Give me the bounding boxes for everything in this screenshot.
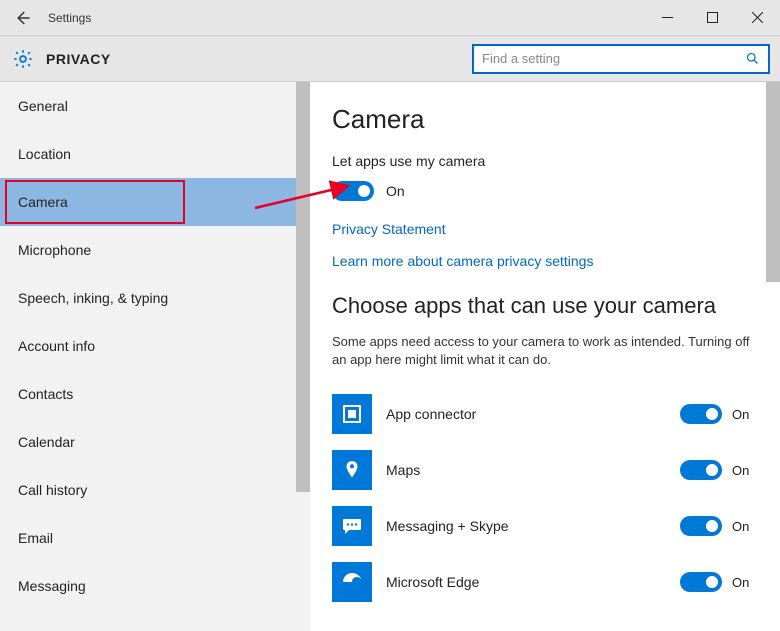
sidebar-item-label: Calendar bbox=[18, 434, 75, 450]
sidebar-item-contacts[interactable]: Contacts bbox=[0, 370, 310, 418]
sidebar-item-label: Contacts bbox=[18, 386, 73, 402]
close-icon bbox=[752, 12, 763, 23]
sidebar-item-label: Call history bbox=[18, 482, 87, 498]
sidebar-scrollbar[interactable] bbox=[296, 82, 310, 492]
sidebar-item-microphone[interactable]: Microphone bbox=[0, 226, 310, 274]
back-arrow-icon bbox=[13, 9, 31, 27]
main: General Location Camera Microphone Speec… bbox=[0, 82, 780, 631]
sidebar-item-label: Location bbox=[18, 146, 71, 162]
master-toggle[interactable] bbox=[332, 181, 374, 201]
app-row: Maps On bbox=[332, 445, 758, 495]
header: PRIVACY bbox=[0, 36, 780, 82]
master-toggle-state: On bbox=[386, 183, 405, 199]
app-row: App connector On bbox=[332, 389, 758, 439]
sidebar-item-camera[interactable]: Camera bbox=[0, 178, 310, 226]
search-input[interactable] bbox=[482, 51, 745, 66]
app-toggle[interactable] bbox=[680, 460, 722, 480]
app-name-label: App connector bbox=[386, 406, 680, 422]
app-toggle[interactable] bbox=[680, 516, 722, 536]
header-title: PRIVACY bbox=[46, 51, 111, 67]
page-title: Camera bbox=[332, 104, 758, 135]
close-button[interactable] bbox=[735, 0, 780, 36]
window-title: Settings bbox=[48, 11, 91, 25]
master-toggle-label: Let apps use my camera bbox=[332, 153, 758, 169]
app-row: Messaging + Skype On bbox=[332, 501, 758, 551]
sidebar-item-label: Messaging bbox=[18, 578, 86, 594]
app-toggle-state: On bbox=[732, 575, 758, 590]
sidebar-item-label: Camera bbox=[18, 194, 68, 210]
app-name-label: Messaging + Skype bbox=[386, 518, 680, 534]
minimize-button[interactable] bbox=[645, 0, 690, 36]
apps-section-description: Some apps need access to your camera to … bbox=[332, 333, 758, 369]
sidebar-item-label: Microphone bbox=[18, 242, 91, 258]
messaging-icon bbox=[332, 506, 372, 546]
learn-more-link[interactable]: Learn more about camera privacy settings bbox=[332, 253, 758, 269]
app-toggle-state: On bbox=[732, 407, 758, 422]
maximize-button[interactable] bbox=[690, 0, 735, 36]
apps-section-heading: Choose apps that can use your camera bbox=[332, 293, 758, 319]
sidebar-item-label: General bbox=[18, 98, 68, 114]
sidebar-item-speech[interactable]: Speech, inking, & typing bbox=[0, 274, 310, 322]
edge-icon bbox=[332, 562, 372, 602]
app-toggle-state: On bbox=[732, 519, 758, 534]
sidebar-item-account-info[interactable]: Account info bbox=[0, 322, 310, 370]
search-box[interactable] bbox=[472, 44, 770, 74]
content: Camera Let apps use my camera On Privacy… bbox=[310, 82, 780, 631]
sidebar-item-calendar[interactable]: Calendar bbox=[0, 418, 310, 466]
sidebar: General Location Camera Microphone Speec… bbox=[0, 82, 310, 631]
sidebar-item-messaging[interactable]: Messaging bbox=[0, 562, 310, 610]
content-scrollbar[interactable] bbox=[766, 82, 780, 282]
sidebar-item-label: Speech, inking, & typing bbox=[18, 290, 168, 306]
app-name-label: Maps bbox=[386, 462, 680, 478]
app-name-label: Microsoft Edge bbox=[386, 574, 680, 590]
app-toggle-state: On bbox=[732, 463, 758, 478]
privacy-statement-link[interactable]: Privacy Statement bbox=[332, 221, 758, 237]
master-toggle-row: On bbox=[332, 181, 758, 201]
titlebar: Settings bbox=[0, 0, 780, 36]
maximize-icon bbox=[707, 12, 718, 23]
app-toggle[interactable] bbox=[680, 572, 722, 592]
sidebar-item-location[interactable]: Location bbox=[0, 130, 310, 178]
app-toggle[interactable] bbox=[680, 404, 722, 424]
window-controls bbox=[645, 0, 780, 36]
sidebar-item-general[interactable]: General bbox=[0, 82, 310, 130]
sidebar-item-label: Email bbox=[18, 530, 53, 546]
gear-icon bbox=[12, 48, 34, 70]
minimize-icon bbox=[662, 12, 673, 23]
maps-icon bbox=[332, 450, 372, 490]
sidebar-item-email[interactable]: Email bbox=[0, 514, 310, 562]
sidebar-item-call-history[interactable]: Call history bbox=[0, 466, 310, 514]
app-connector-icon bbox=[332, 394, 372, 434]
search-icon bbox=[745, 51, 760, 66]
sidebar-item-label: Account info bbox=[18, 338, 95, 354]
app-row: Microsoft Edge On bbox=[332, 557, 758, 607]
back-button[interactable] bbox=[0, 0, 44, 36]
